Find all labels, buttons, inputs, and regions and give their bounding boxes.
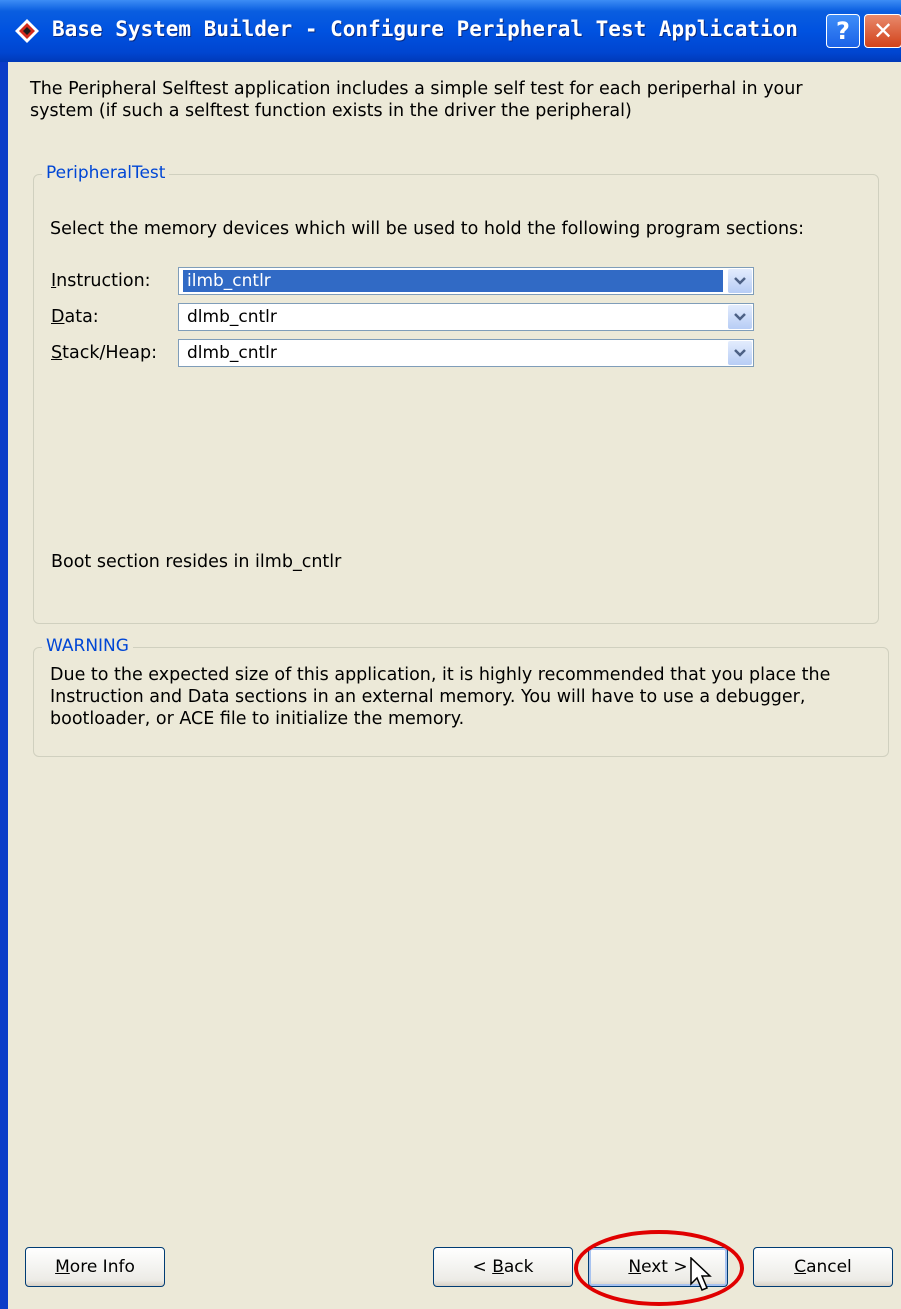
chevron-down-icon[interactable] xyxy=(728,341,752,365)
stack-heap-select-value: dlmb_cntlr xyxy=(187,343,277,363)
help-button[interactable]: ? xyxy=(826,14,860,48)
data-label: Data: xyxy=(51,307,99,327)
mouse-pointer-icon xyxy=(690,1257,712,1291)
back-button[interactable]: < Back xyxy=(433,1247,573,1287)
close-icon: ✕ xyxy=(872,17,894,45)
warning-group: WARNING Due to the expected size of this… xyxy=(33,636,889,757)
app-icon xyxy=(15,19,39,43)
peripheral-description: Select the memory devices which will be … xyxy=(50,219,805,239)
dialog-body: The Peripheral Selftest application incl… xyxy=(8,62,901,1309)
instruction-label: Instruction: xyxy=(51,271,151,291)
stack-heap-label: Stack/Heap: xyxy=(51,343,158,363)
chevron-down-icon[interactable] xyxy=(728,269,752,293)
title-bar[interactable]: Base System Builder - Configure Peripher… xyxy=(0,0,901,62)
boot-section-note: Boot section resides in ilmb_cntlr xyxy=(51,552,342,572)
peripheral-test-group-title: PeripheralTest xyxy=(42,163,170,183)
data-select-value: dlmb_cntlr xyxy=(187,307,277,327)
intro-text: The Peripheral Selftest application incl… xyxy=(30,79,803,121)
warning-text: Due to the expected size of this applica… xyxy=(50,665,831,729)
help-icon: ? xyxy=(836,17,850,45)
warning-group-title: WARNING xyxy=(42,636,133,656)
more-info-button[interactable]: More Info xyxy=(25,1247,165,1287)
close-button[interactable]: ✕ xyxy=(864,14,901,48)
data-select[interactable]: dlmb_cntlr xyxy=(178,303,754,331)
stack-heap-select[interactable]: dlmb_cntlr xyxy=(178,339,754,367)
cancel-button[interactable]: Cancel xyxy=(753,1247,893,1287)
dialog-window: Base System Builder - Configure Peripher… xyxy=(0,0,901,1309)
instruction-select-value: ilmb_cntlr xyxy=(183,270,723,292)
instruction-select[interactable]: ilmb_cntlr xyxy=(178,267,754,295)
chevron-down-icon[interactable] xyxy=(728,305,752,329)
window-title: Base System Builder - Configure Peripher… xyxy=(52,17,798,41)
peripheral-test-group: PeripheralTest Select the memory devices… xyxy=(33,163,879,624)
